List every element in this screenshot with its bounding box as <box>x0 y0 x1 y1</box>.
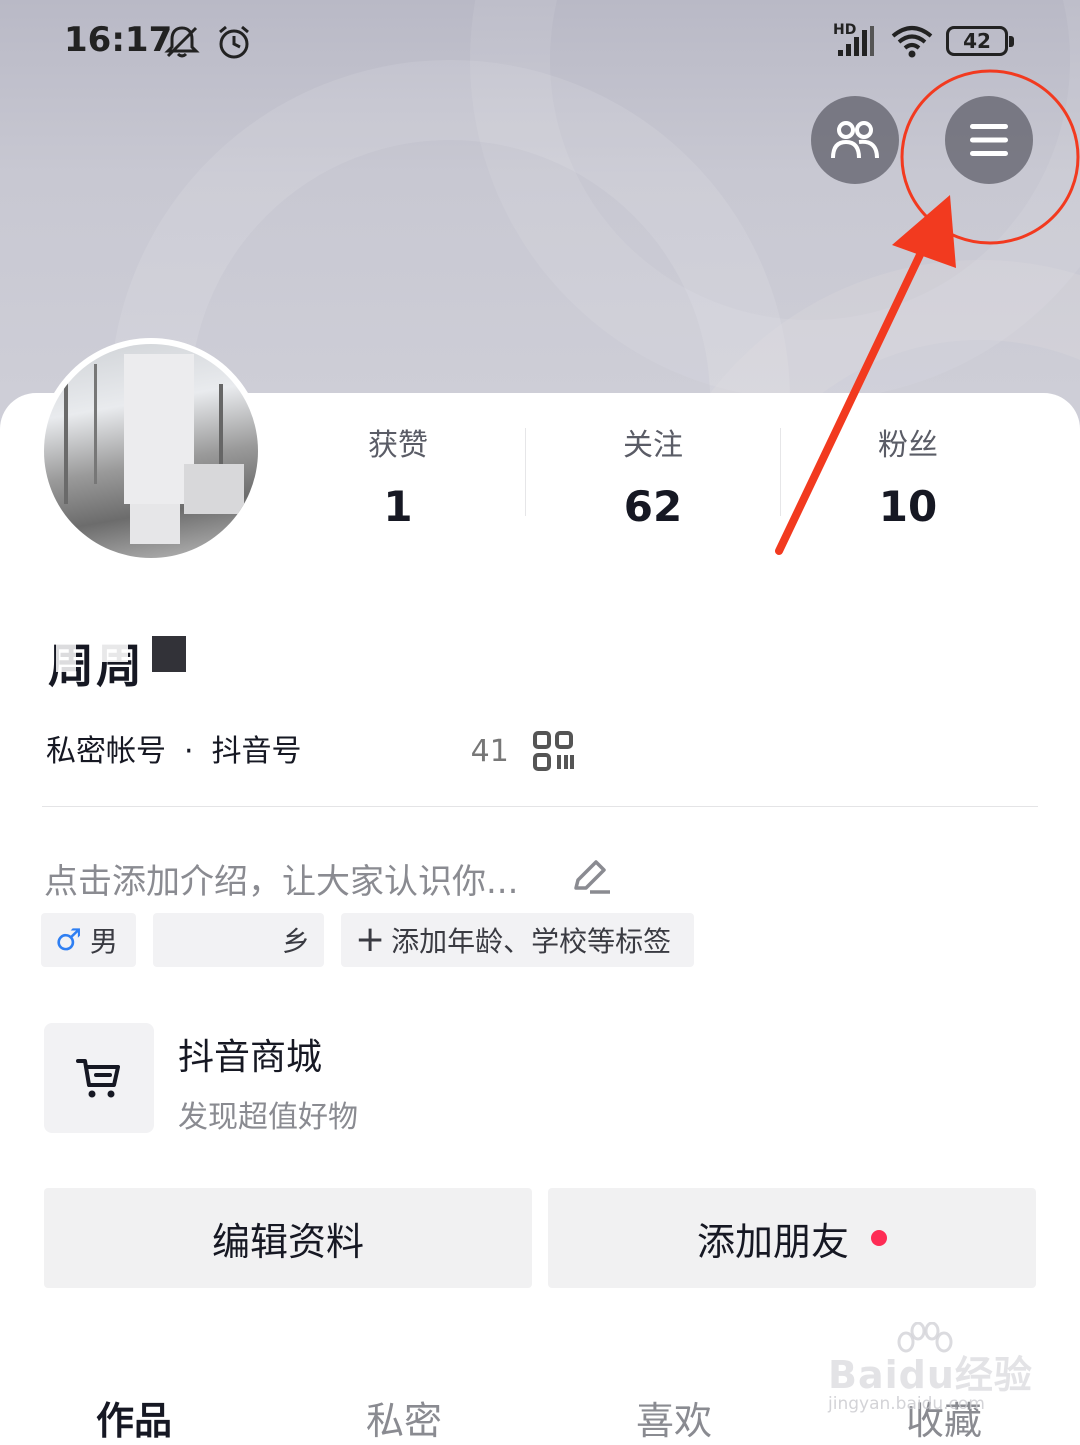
account-info: 私密帐号 · 抖音号 41 <box>46 732 509 772</box>
tab-likes[interactable]: 喜欢 <box>636 1390 712 1445</box>
avatar[interactable] <box>38 338 264 564</box>
nickname-blur-mask <box>56 636 186 672</box>
add-friends-label: 添加朋友 <box>696 1219 849 1264</box>
douyin-id-label: 抖音号 <box>211 734 302 769</box>
account-type: 私密帐号 <box>46 734 166 769</box>
menu-button[interactable] <box>945 96 1033 184</box>
qr-code-icon[interactable] <box>533 731 575 773</box>
friends-button[interactable] <box>811 96 899 184</box>
edit-pencil-icon[interactable] <box>570 856 612 896</box>
stat-likes[interactable]: 获赞 1 <box>298 420 498 531</box>
signal-icon <box>838 26 874 56</box>
shop-title[interactable]: 抖音商城 <box>178 1028 322 1080</box>
location-tail: 乡 <box>281 925 310 958</box>
status-time: 16:17 <box>64 20 173 60</box>
shop-entry-icon-box[interactable] <box>44 1023 154 1133</box>
shopping-cart-icon <box>76 1059 120 1098</box>
stat-followers[interactable]: 粉丝 10 <box>808 420 1008 531</box>
baidu-watermark: Baidu经验 jingyan.baidu.com <box>828 1322 1048 1422</box>
add-tags-label: 添加年龄、学校等标签 <box>391 925 672 958</box>
add-friends-button[interactable]: 添加朋友 <box>548 1188 1036 1288</box>
section-divider <box>42 806 1038 807</box>
stat-label: 获赞 <box>368 428 428 463</box>
notification-dot <box>871 1230 887 1246</box>
gender-label: 男 <box>89 925 118 958</box>
avatar-image <box>44 344 258 558</box>
stat-value: 62 <box>623 482 683 531</box>
alarm-icon <box>219 25 249 59</box>
stat-label: 粉丝 <box>878 428 938 463</box>
mute-bell-icon <box>164 26 200 58</box>
hamburger-menu-icon <box>970 124 1008 156</box>
douyin-id-tail: 41 <box>470 734 509 769</box>
male-icon: ♂ <box>55 922 82 958</box>
battery-indicator: 42 <box>946 26 1014 56</box>
watermark-sub: jingyan.baidu.com <box>828 1394 985 1414</box>
stat-value: 1 <box>383 482 413 531</box>
status-bar: 16:17 HD 42 <box>0 0 1080 84</box>
bio-placeholder[interactable]: 点击添加介绍，让大家认识你... <box>44 854 518 903</box>
shop-subtitle: 发现超值好物 <box>178 1100 358 1135</box>
edit-profile-label: 编辑资料 <box>211 1219 364 1264</box>
separator-dot: · <box>184 734 194 769</box>
friends-icon <box>831 121 879 159</box>
edit-profile-button[interactable]: 编辑资料 <box>44 1188 532 1288</box>
add-tags-button[interactable]: + 添加年龄、学校等标签 <box>341 913 694 967</box>
wifi-icon <box>891 26 933 58</box>
stat-following[interactable]: 关注 62 <box>553 420 753 531</box>
plus-icon: + <box>355 919 386 960</box>
tab-private[interactable]: 私密 <box>366 1390 442 1445</box>
location-tag[interactable]: 乡 <box>153 913 324 967</box>
stat-value: 10 <box>878 482 938 531</box>
watermark-main: Baidu经验 <box>828 1353 1033 1397</box>
stat-divider <box>525 428 526 516</box>
tab-works[interactable]: 作品 <box>96 1390 172 1445</box>
gender-tag[interactable]: ♂ 男 <box>41 913 136 967</box>
stat-label: 关注 <box>623 428 683 463</box>
stat-divider <box>780 428 781 516</box>
